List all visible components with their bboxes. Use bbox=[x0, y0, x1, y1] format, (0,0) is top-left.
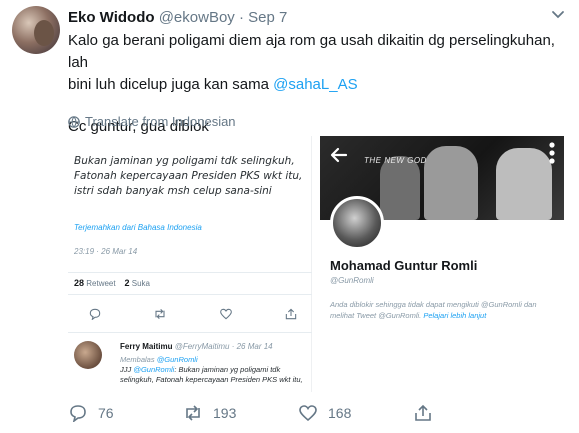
divider bbox=[68, 294, 312, 295]
quote-line: Fatonah kepercayaan Presiden PKS wkt itu… bbox=[74, 170, 303, 182]
replying-to-handle: @GunRomli bbox=[156, 355, 198, 364]
reply-avatar bbox=[74, 341, 102, 369]
embedded-screenshot[interactable]: Bukan jaminan yg poligami tdk selingkuh,… bbox=[68, 136, 564, 392]
banner-sign: THE NEW GOD bbox=[364, 156, 427, 165]
translate-label: Translate from Indonesian bbox=[85, 114, 236, 129]
blocked-notice: Anda diblokir sehingga tidak dapat mengi… bbox=[330, 299, 562, 321]
reply-icon bbox=[89, 308, 101, 320]
tweet-action-bar: 76 193 168 bbox=[68, 404, 528, 422]
profile-handle: @GunRomli bbox=[330, 276, 374, 285]
share-icon bbox=[415, 404, 431, 421]
reply-text: JJJ @GunRomli: Bukan jaminan yg poligami… bbox=[120, 365, 310, 385]
reply-count: 76 bbox=[98, 405, 114, 421]
globe-icon bbox=[68, 115, 80, 128]
author-avatar[interactable] bbox=[12, 6, 60, 54]
quoted-retweet-count: 28 bbox=[74, 278, 85, 288]
author-handle[interactable]: @ekowBoy bbox=[159, 9, 235, 26]
divider bbox=[68, 332, 312, 333]
retweet-button[interactable]: 193 bbox=[183, 404, 298, 422]
banner-figure bbox=[496, 148, 552, 220]
share-icon bbox=[285, 308, 297, 320]
like-icon bbox=[219, 308, 232, 320]
quoted-like-count: 2 bbox=[124, 278, 130, 288]
tweet-header: Eko Widodo @ekowBoy · Sep 7 bbox=[68, 9, 287, 26]
header-separator: · bbox=[238, 9, 244, 26]
mention-link[interactable]: @sahaL_AS bbox=[273, 76, 357, 93]
retweet-icon bbox=[186, 405, 200, 421]
quote-line: istri sdah banyak msh celup sana-sini bbox=[74, 185, 272, 197]
reply-text-fragment: JJJ bbox=[120, 365, 134, 374]
quoted-tweet-text: Bukan jaminan yg poligami tdk selingkuh,… bbox=[74, 154, 310, 199]
share-button[interactable] bbox=[413, 404, 528, 422]
divider bbox=[68, 272, 312, 273]
profile-name: Mohamad Guntur Romli bbox=[330, 258, 478, 273]
back-arrow-icon bbox=[330, 147, 348, 163]
reply-button[interactable]: 76 bbox=[68, 404, 183, 422]
reply-icon bbox=[70, 405, 86, 422]
reply-header: Ferry Maitimu @FerryMaitimu · 26 Mar 14 bbox=[120, 342, 273, 351]
quoted-translate-link: Terjemahkan dari Bahasa Indonesia bbox=[74, 223, 202, 232]
like-button[interactable]: 168 bbox=[298, 404, 413, 422]
retweet-count: 193 bbox=[213, 405, 237, 421]
banner-figure bbox=[424, 146, 478, 220]
translate-link[interactable]: Translate from Indonesian bbox=[68, 114, 236, 129]
author-display-name[interactable]: Eko Widodo bbox=[68, 9, 155, 26]
profile-panel: THE NEW GOD Mohamad Guntur Romli @GunRom… bbox=[320, 136, 564, 392]
reply-author-name: Ferry Maitimu bbox=[120, 342, 173, 351]
replying-to: Membalas @GunRomli bbox=[120, 355, 198, 364]
like-count: 168 bbox=[328, 405, 352, 421]
tweet-text-line: Kalo ga berani poligami diem aja rom ga … bbox=[68, 32, 555, 71]
quote-line: Bukan jaminan yg poligami tdk selingkuh, bbox=[74, 155, 295, 167]
replying-prefix: Membalas bbox=[120, 355, 157, 364]
tweet-text-line: bini luh dicelup juga kan sama @sahaL_AS bbox=[68, 74, 558, 96]
quoted-stats: 28 Retweet 2 Suka bbox=[74, 278, 150, 288]
learn-more-link: Pelajari lebih lanjut bbox=[423, 311, 487, 320]
banner-figure bbox=[380, 156, 420, 220]
tweet-text-fragment: bini luh dicelup juga kan sama bbox=[68, 76, 274, 93]
reply-mention: @GunRomli bbox=[133, 365, 175, 374]
retweet-icon bbox=[155, 308, 165, 320]
quoted-timestamp: 23:19 · 26 Mar 14 bbox=[74, 247, 138, 256]
like-icon bbox=[299, 405, 317, 422]
tweet-date[interactable]: Sep 7 bbox=[248, 9, 287, 26]
kebab-menu-icon bbox=[549, 142, 555, 164]
quoted-like-label: Suka bbox=[131, 279, 150, 288]
caret-down-icon[interactable] bbox=[551, 10, 565, 20]
profile-picture bbox=[330, 196, 384, 250]
quoted-tweet-panel: Bukan jaminan yg poligami tdk selingkuh,… bbox=[68, 136, 312, 392]
quoted-action-bar bbox=[88, 308, 298, 320]
reply-author-handle: @FerryMaitimu · 26 Mar 14 bbox=[174, 342, 273, 351]
quoted-retweet-label: Retweet bbox=[86, 279, 116, 288]
